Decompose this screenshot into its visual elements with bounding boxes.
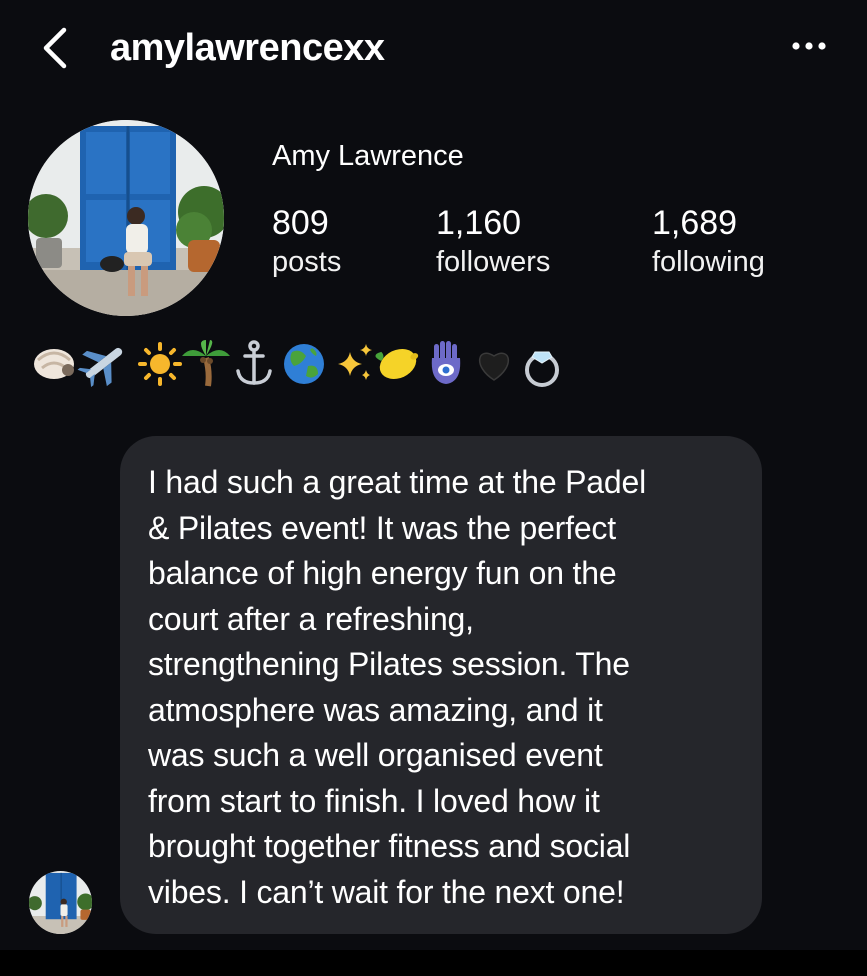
profile-username: amylawrencexx [110,27,385,69]
message-line: balance of high energy fun on the [148,555,617,591]
message-bubble[interactable]: I had such a great time at the Padel & P… [120,436,762,934]
chevron-left-icon [43,27,67,69]
bottom-edge [0,950,867,976]
profile-display-name: Amy Lawrence [272,140,464,172]
palm-tree-icon [182,340,230,387]
sun-icon [138,342,182,386]
message-line: court after a refreshing, [148,600,474,637]
message-text: I had such a great time at the Padel & P… [148,460,736,915]
lemon-icon [375,348,419,380]
back-button[interactable] [34,24,78,72]
posts-count[interactable]: 809 posts [272,202,341,280]
shell-icon [34,349,74,379]
sparkles-icon [338,344,372,380]
message-line: strengthening Pilates session. The [148,646,630,682]
message-line: vibes. I can’t wait for the next one! [148,873,625,910]
black-heart-icon [478,352,510,381]
posts-count-label: posts [272,246,342,278]
sender-avatar[interactable] [29,871,92,934]
followers-count-value: 1,160 [436,204,522,242]
following-count-label: following [652,246,765,278]
message-line: I had such a great time at the Padel [148,464,647,500]
hamsa-icon [431,341,461,384]
anchor-icon [236,340,272,385]
message-line: was such a well organised event [148,737,603,773]
followers-count-label: followers [436,246,551,278]
message-line: atmosphere was amazing, and it [148,691,603,728]
posts-count-value: 809 [272,204,329,242]
message-line: from start to finish. I loved how it [148,782,600,819]
profile-bio [28,338,568,388]
profile-avatar[interactable] [28,120,224,316]
globe-icon [284,344,324,384]
message-line: brought together fitness and social [148,828,631,864]
bio-emoji-row [34,340,559,388]
following-count[interactable]: 1,689 following [652,202,765,280]
ring-icon [525,351,559,387]
more-horizontal-icon [792,42,826,50]
message-line: & Pilates event! It was the perfect [148,509,616,546]
following-count-value: 1,689 [652,204,738,242]
profile-screen: amylawrencexx Amy Lawrence 809 posts 1,1… [0,0,867,950]
followers-count[interactable]: 1,160 followers [436,202,550,280]
airplane-icon [77,347,123,388]
more-options-button[interactable] [784,34,834,58]
